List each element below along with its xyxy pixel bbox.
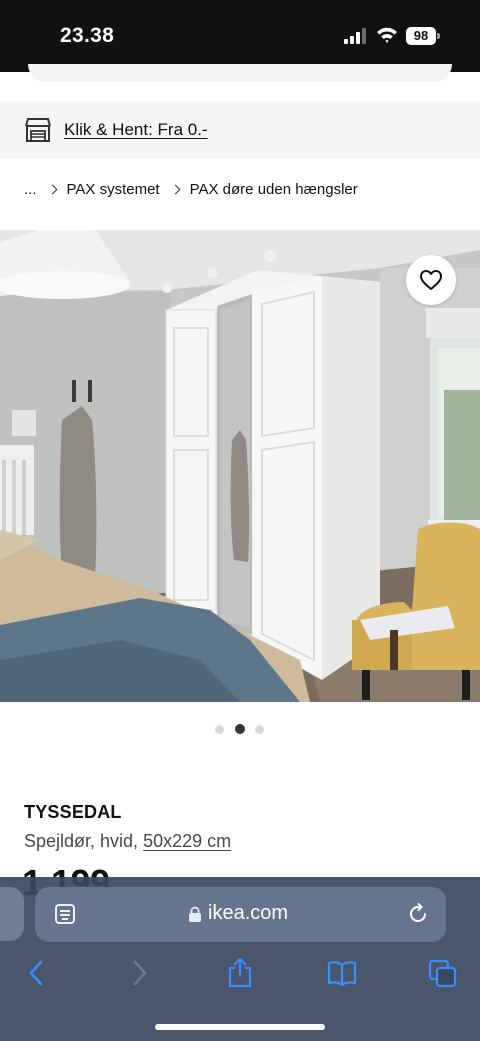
chevron-right-icon — [170, 184, 181, 194]
back-icon[interactable] — [26, 957, 46, 989]
previous-tab-preview[interactable] — [0, 887, 24, 941]
battery-icon: 98 — [406, 27, 440, 45]
reload-icon[interactable] — [406, 902, 430, 926]
click-collect-link[interactable]: Klik & Hent: Fra 0.- — [64, 120, 208, 140]
heart-icon — [420, 270, 442, 290]
cellular-signal-icon — [344, 28, 366, 44]
store-pickup-icon — [25, 118, 51, 142]
product-description: Spejldør, hvid, 50x229 cm — [24, 831, 231, 852]
share-icon[interactable] — [226, 957, 254, 989]
page-menu-icon[interactable] — [54, 903, 76, 925]
breadcrumb: ... PAX systemet PAX døre uden hængsler — [24, 179, 358, 199]
tabs-icon[interactable] — [428, 957, 458, 989]
breadcrumb-item[interactable]: PAX systemet — [67, 181, 160, 198]
forward-icon[interactable] — [130, 957, 150, 989]
product-name: TYSSEDAL — [24, 802, 122, 822]
url-text[interactable]: ikea.com — [208, 902, 288, 925]
search-field-edge[interactable] — [28, 64, 452, 82]
click-collect-banner: Klik & Hent: Fra 0.- — [0, 101, 480, 159]
chevron-right-icon — [47, 184, 57, 194]
battery-level: 98 — [413, 28, 429, 43]
home-indicator[interactable] — [155, 1024, 325, 1030]
favorite-button[interactable] — [406, 255, 456, 305]
pagination-dot[interactable] — [255, 725, 264, 734]
lock-icon — [189, 906, 201, 922]
status-time: 23.38 — [60, 24, 115, 47]
breadcrumb-ellipsis[interactable]: ... — [24, 181, 37, 198]
product-image[interactable] — [0, 230, 480, 702]
pagination-dot[interactable] — [215, 725, 224, 734]
wardrobe-bedroom-photo — [0, 230, 480, 702]
pagination-dot-active[interactable] — [235, 724, 245, 734]
product-type: Spejldør, hvid, — [24, 831, 139, 851]
wifi-icon — [377, 27, 397, 43]
product-size-link[interactable]: 50x229 cm — [143, 831, 231, 851]
bookmarks-icon[interactable] — [326, 957, 358, 989]
image-pagination — [215, 724, 267, 736]
breadcrumb-item[interactable]: PAX døre uden hængsler — [190, 181, 358, 198]
status-bar: 23.38 98 — [0, 0, 480, 72]
